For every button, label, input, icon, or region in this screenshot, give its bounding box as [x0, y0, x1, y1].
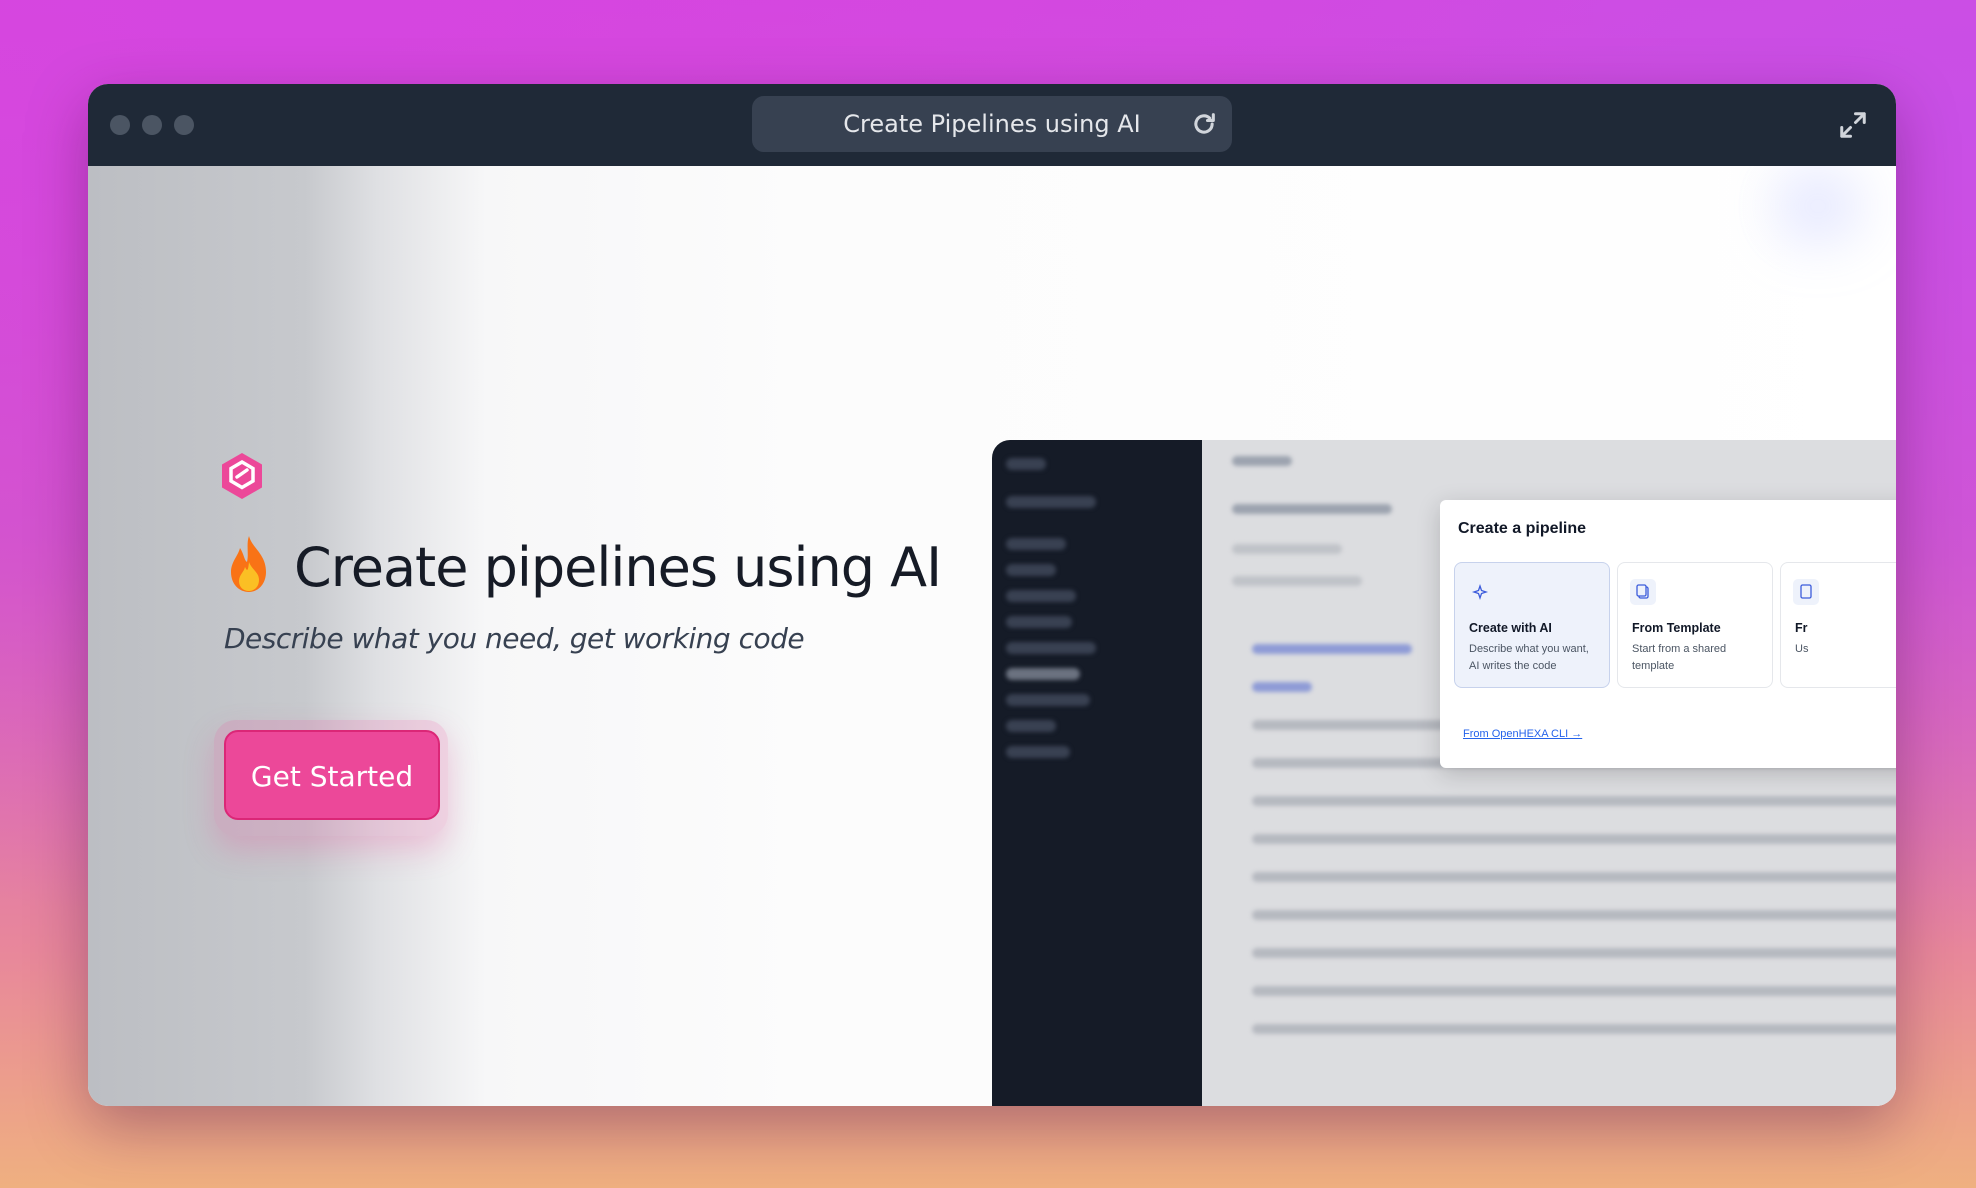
preview-row [1252, 1024, 1896, 1034]
headline-text: Create pipelines using AI [294, 536, 942, 599]
preview-row [1232, 576, 1362, 586]
preview-row [1232, 504, 1392, 514]
preview-sidebar-item [1006, 564, 1056, 576]
preview-sidebar-item [1006, 590, 1076, 602]
preview-sidebar-item [1006, 720, 1056, 732]
preview-row [1252, 948, 1896, 958]
page-content: Create pipelines using AI Describe what … [88, 166, 1896, 1106]
expand-icon[interactable] [1838, 110, 1868, 140]
preview-row [1252, 986, 1896, 996]
subtitle: Describe what you need, get working code [224, 622, 805, 655]
option-title: Create with AI [1469, 621, 1552, 635]
preview-row [1252, 834, 1896, 844]
preview-row [1252, 796, 1896, 806]
page-title: Create pipelines using AI [222, 534, 942, 599]
option-description: Start from a shared template [1632, 643, 1727, 672]
preview-row [1252, 910, 1896, 920]
preview-sidebar-item [1006, 642, 1096, 654]
file-icon [1793, 579, 1819, 605]
copy-icon [1630, 579, 1656, 605]
option-description: Describe what you want, AI writes the co… [1469, 643, 1589, 672]
preview-sidebar-item [1006, 746, 1070, 758]
hexagon-logo-icon [222, 453, 262, 499]
address-bar-title: Create Pipelines using AI [843, 110, 1141, 138]
preview-sidebar-item [1006, 538, 1066, 550]
zoom-dot[interactable] [174, 115, 194, 135]
cli-link[interactable]: From OpenHEXA CLI → [1463, 728, 1582, 740]
preview-row [1252, 644, 1412, 654]
sparkles-icon [1467, 579, 1493, 605]
reload-icon[interactable] [1190, 110, 1218, 138]
preview-sidebar-item [1006, 458, 1046, 470]
preview-row [1232, 456, 1292, 466]
close-dot[interactable] [110, 115, 130, 135]
preview-sidebar-item [1006, 616, 1072, 628]
preview-sidebar-item [1006, 496, 1096, 508]
create-pipeline-modal: Create a pipeline Create with AI Describ… [1440, 500, 1896, 768]
option-from-template[interactable]: From Template Start from a shared templa… [1617, 562, 1773, 688]
preview-row [1252, 682, 1312, 692]
minimize-dot[interactable] [142, 115, 162, 135]
get-started-button[interactable]: Get Started [224, 730, 440, 820]
preview-sidebar-item [1006, 694, 1090, 706]
option-description: Us [1795, 643, 1809, 655]
option-create-with-ai[interactable]: Create with AI Describe what you want, A… [1454, 562, 1610, 688]
decorative-blur [1778, 176, 1858, 236]
browser-window: Create Pipelines using AI Create pipelin… [88, 84, 1896, 1106]
preview-sidebar [992, 440, 1202, 1106]
option-title: Fr [1795, 621, 1808, 635]
fire-icon [231, 536, 266, 592]
title-bar: Create Pipelines using AI [88, 84, 1896, 166]
app-preview-screenshot: Create a pipeline Create with AI Describ… [992, 440, 1896, 1106]
preview-sidebar-item [1006, 668, 1080, 680]
option-title: From Template [1632, 621, 1721, 635]
address-bar[interactable]: Create Pipelines using AI [752, 96, 1232, 152]
modal-title: Create a pipeline [1458, 520, 1587, 537]
option-third[interactable]: Fr Us [1780, 562, 1896, 688]
preview-row [1232, 544, 1342, 554]
preview-row [1252, 872, 1896, 882]
